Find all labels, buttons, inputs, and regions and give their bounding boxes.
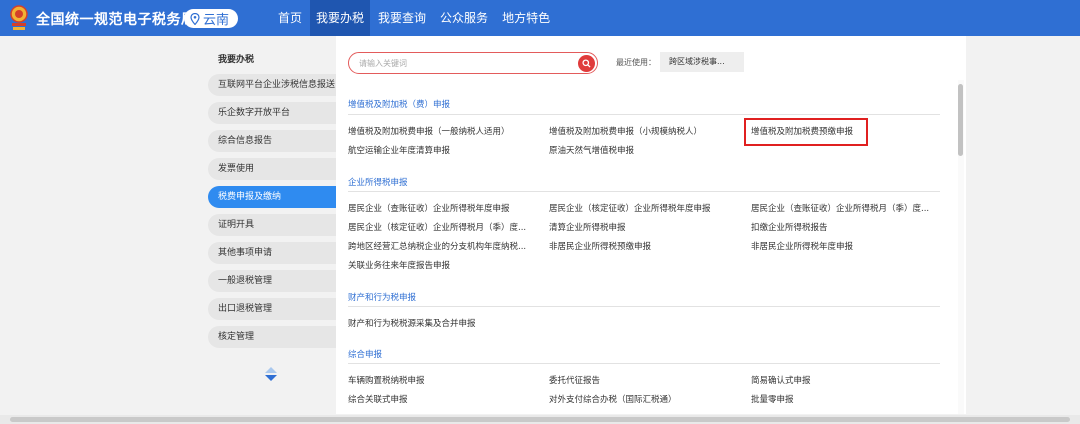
link-comprehensive-linked[interactable]: 综合关联式申报 [348, 393, 408, 405]
nav-tax-handling[interactable]: 我要办税 [310, 0, 371, 36]
section-title-vat: 增值税及附加税（费）申报 [348, 100, 451, 110]
link-vat-small-scale[interactable]: 增值税及附加税费申报（小规模纳税人） [549, 125, 702, 137]
horizontal-scrollbar-thumb[interactable] [10, 417, 1070, 422]
sidebar-item-tax-declaration[interactable]: 税费申报及缴纳 [208, 186, 336, 208]
content-area: 增值税及附加税（费）申报 增值税及附加税费申报（一般纳税人适用） 增值税及附加税… [336, 36, 956, 414]
section-divider [348, 191, 940, 192]
link-cit-assessed-annual[interactable]: 居民企业（核定征收）企业所得税年度申报 [549, 202, 711, 214]
link-simple-confirm[interactable]: 简易确认式申报 [751, 374, 811, 386]
section-title-comprehensive: 综合申报 [348, 350, 383, 360]
nav-query[interactable]: 我要查询 [372, 0, 432, 36]
link-related-party-report[interactable]: 关联业务往来年度报告申报 [348, 259, 450, 271]
sidebar-item-certificate[interactable]: 证明开具 [208, 214, 336, 236]
sidebar-item-info-report[interactable]: 综合信息报告 [208, 130, 336, 152]
section-divider [348, 306, 940, 307]
sidebar-item-leqi-platform[interactable]: 乐企数字开放平台 [208, 102, 336, 124]
sidebar-item-export-refund[interactable]: 出口退税管理 [208, 298, 336, 320]
link-entrusted-collection[interactable]: 委托代征报告 [549, 374, 600, 386]
tax-emblem-icon [10, 5, 28, 30]
link-property-merged[interactable]: 财产和行为税税源采集及合并申报 [348, 317, 476, 329]
link-cit-branch-annual[interactable]: 跨地区经营汇总纳税企业的分支机构年度纳税... [348, 240, 526, 252]
link-cit-nonresident-annual[interactable]: 非居民企业所得税年度申报 [751, 240, 853, 252]
sidebar-item-invoice[interactable]: 发票使用 [208, 158, 336, 180]
location-pin-icon [190, 12, 200, 25]
scroll-arrows-icon[interactable] [264, 366, 278, 382]
nav-public-service[interactable]: 公众服务 [434, 0, 494, 36]
section-divider [348, 114, 940, 115]
highlight-box [744, 118, 868, 146]
sidebar: 我要办税 互联网平台企业涉税信息报送 乐企数字开放平台 综合信息报告 发票使用 … [0, 36, 336, 424]
section-title-property: 财产和行为税申报 [348, 293, 417, 303]
link-cit-audit-annual[interactable]: 居民企业（查账征收）企业所得税年度申报 [348, 202, 510, 214]
link-cit-withholding[interactable]: 扣缴企业所得税报告 [751, 221, 828, 233]
sidebar-item-verification[interactable]: 核定管理 [208, 326, 336, 348]
sidebar-title: 我要办税 [218, 55, 255, 65]
link-cit-liquidation[interactable]: 清算企业所得税申报 [549, 221, 626, 233]
link-oil-gas-vat[interactable]: 原油天然气增值税申报 [549, 144, 634, 156]
vertical-scrollbar-thumb[interactable] [958, 84, 963, 156]
nav-local-features[interactable]: 地方特色 [496, 0, 556, 36]
link-cit-assessed-quarterly[interactable]: 居民企业（核定征收）企业所得税月（季）度... [348, 221, 526, 233]
site-title: 全国统一规范电子税务局 [36, 12, 196, 28]
nav-home[interactable]: 首页 [272, 0, 308, 36]
link-batch-zero[interactable]: 批量零申报 [751, 393, 794, 405]
link-outbound-payment[interactable]: 对外支付综合办税（国际汇税通） [549, 393, 677, 405]
link-cit-nonresident-prepay[interactable]: 非居民企业所得税预缴申报 [549, 240, 651, 252]
top-bar: 全国统一规范电子税务局 云南 首页 我要办税 我要查询 公众服务 地方特色 [0, 0, 1080, 36]
sidebar-item-refund[interactable]: 一般退税管理 [208, 270, 336, 292]
main-nav: 首页 我要办税 我要查询 公众服务 地方特色 [272, 0, 558, 36]
section-title-cit: 企业所得税申报 [348, 178, 408, 188]
link-cit-audit-quarterly[interactable]: 居民企业（查账征收）企业所得税月（季）度... [751, 202, 929, 214]
region-selector[interactable]: 云南 [184, 9, 238, 28]
sidebar-item-other-requests[interactable]: 其他事项申请 [208, 242, 336, 264]
section-divider [348, 363, 940, 364]
sidebar-item-platform-info[interactable]: 互联网平台企业涉税信息报送 [208, 74, 336, 96]
link-aviation-settlement[interactable]: 航空运输企业年度清算申报 [348, 144, 450, 156]
link-vat-general[interactable]: 增值税及附加税费申报（一般纳税人适用） [348, 125, 510, 137]
link-vehicle-purchase[interactable]: 车辆购置税纳税申报 [348, 374, 425, 386]
main-panel: 最近使用： 跨区域涉税事... 增值税及附加税（费）申报 增值税及附加税费申报（… [336, 36, 966, 414]
region-label: 云南 [203, 13, 230, 28]
